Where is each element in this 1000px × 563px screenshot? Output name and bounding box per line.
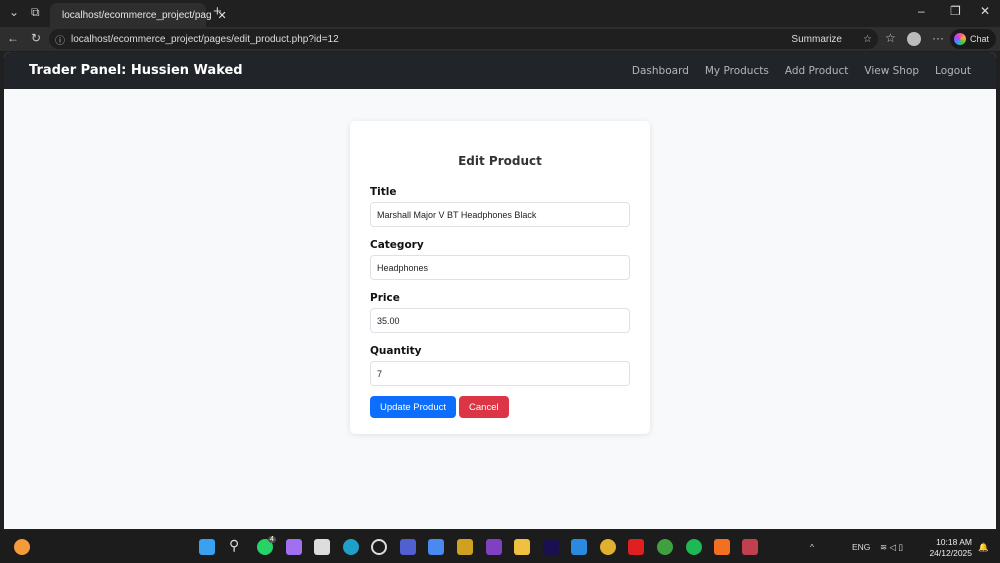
nav-my-products[interactable]: My Products [705, 65, 769, 77]
time: 10:18 AM [936, 537, 972, 547]
more-menu-icon[interactable]: ··· [932, 31, 944, 45]
new-tab-icon[interactable]: + [213, 3, 222, 20]
weather-widget-icon[interactable] [14, 539, 30, 555]
chatgpt-icon[interactable] [371, 539, 387, 555]
minimize-icon[interactable]: – [918, 4, 925, 18]
youtube-icon[interactable] [628, 539, 644, 555]
date: 24/12/2025 [929, 548, 972, 558]
chrome-profile-icon[interactable] [657, 539, 673, 555]
vscode-icon[interactable] [571, 539, 587, 555]
back-icon[interactable]: ← [7, 31, 19, 45]
whatsapp-badge: 4 [268, 536, 276, 543]
refresh-icon[interactable]: ↻ [31, 31, 41, 45]
app-icon[interactable] [400, 539, 416, 555]
update-product-button[interactable]: Update Product [370, 396, 457, 418]
workspaces-icon[interactable]: ⧉ [31, 5, 40, 20]
tray-expand-icon[interactable]: ^ [810, 542, 814, 552]
nav-logout[interactable]: Logout [935, 65, 971, 77]
nav-dashboard[interactable]: Dashboard [632, 65, 689, 77]
quantity-label: Quantity [370, 345, 422, 357]
search-icon[interactable]: ⚲ [229, 537, 245, 553]
gemini-icon[interactable] [428, 539, 444, 555]
tab-list-icon[interactable]: ⌄ [9, 5, 19, 19]
favorites-icon[interactable]: ☆ [885, 31, 896, 45]
active-app-icon[interactable] [742, 539, 758, 555]
file-explorer-icon[interactable] [514, 539, 530, 555]
visual-studio-icon[interactable] [486, 539, 502, 555]
category-input[interactable] [370, 255, 630, 280]
close-window-icon[interactable]: ✕ [980, 4, 990, 18]
form-title: Edit Product [458, 154, 542, 168]
favorite-star-icon[interactable]: ☆ [863, 34, 872, 45]
price-label: Price [370, 292, 400, 304]
category-label: Category [370, 239, 424, 251]
page-viewport: Trader Panel: Hussien Waked Dashboard My… [4, 52, 996, 529]
clock[interactable]: 10:18 AM 24/12/2025 [929, 537, 972, 559]
edit-product-card: Edit Product Title Category Price Quanti… [350, 121, 650, 434]
url-text: localhost/ecommerce_project/pages/edit_p… [71, 33, 339, 45]
profile-avatar-icon[interactable] [907, 32, 921, 46]
address-bar[interactable]: ⓘ localhost/ecommerce_project/pages/edit… [49, 29, 878, 49]
wifi-volume-battery-icon[interactable]: ≋ ◁ ▯ [880, 542, 903, 553]
notification-icon[interactable]: 🔔 [978, 542, 989, 553]
copilot-icon [954, 33, 966, 45]
language-indicator[interactable]: ENG [852, 542, 870, 552]
tab-title: localhost/ecommerce_project/pag [62, 9, 212, 21]
title-label: Title [370, 186, 397, 198]
nav-add-product[interactable]: Add Product [785, 65, 849, 77]
price-input[interactable] [370, 308, 630, 333]
address-bar-row: ← ↻ ⓘ localhost/ecommerce_project/pages/… [0, 27, 1000, 51]
restore-icon[interactable]: ❐ [950, 4, 961, 18]
quantity-input[interactable] [370, 361, 630, 386]
site-info-icon[interactable]: ⓘ [55, 32, 65, 47]
store-icon[interactable] [314, 539, 330, 555]
summarize-button[interactable]: Summarize [791, 34, 842, 45]
app-icon[interactable] [457, 539, 473, 555]
copilot-chat-button[interactable]: Chat [950, 29, 996, 49]
chrome-icon[interactable] [600, 539, 616, 555]
start-icon[interactable] [199, 539, 215, 555]
brand-title: Trader Panel: Hussien Waked [29, 63, 243, 78]
cancel-button[interactable]: Cancel [459, 396, 509, 418]
tab-bar: ⌄ ⧉ localhost/ecommerce_project/pag ✕ + … [0, 0, 1000, 27]
edge-icon[interactable] [343, 539, 359, 555]
chat-label: Chat [970, 34, 990, 44]
premiere-icon[interactable] [543, 539, 559, 555]
taskbar: ⚲ 4 ^ ENG ≋ ◁ ▯ 10:18 AM 24/12/2025 🔔 [0, 530, 1000, 563]
copilot-app-icon[interactable] [286, 539, 302, 555]
spotify-icon[interactable] [686, 539, 702, 555]
xampp-icon[interactable] [714, 539, 730, 555]
navbar: Trader Panel: Hussien Waked Dashboard My… [4, 52, 996, 89]
nav-view-shop[interactable]: View Shop [864, 65, 919, 77]
title-input[interactable] [370, 202, 630, 227]
browser-tab[interactable]: localhost/ecommerce_project/pag ✕ [50, 3, 227, 27]
